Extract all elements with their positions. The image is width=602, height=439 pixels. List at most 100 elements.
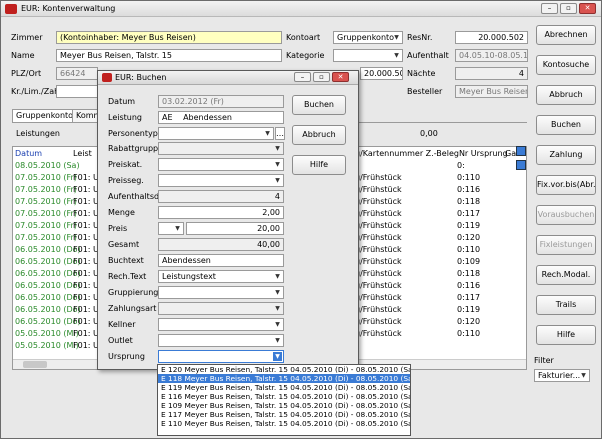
preiskat-label: Preiskat.: [108, 160, 143, 169]
kategorie-select[interactable]: ▼: [333, 49, 403, 62]
rech-modal-button[interactable]: Rech.Modal.: [536, 265, 596, 285]
besteller-field[interactable]: Meyer Bus Reisen: [455, 85, 528, 98]
ursprung-label: Ursprung: [108, 352, 145, 361]
preiskat-select[interactable]: ▼: [158, 158, 284, 171]
cell-belegnr: 0:110: [457, 173, 481, 182]
naechte-label: Nächte: [407, 69, 436, 78]
cell-leist: F01: U: [73, 269, 99, 278]
aufenthalt-field[interactable]: 04.05.10-08.05.10: [455, 49, 528, 62]
minimize-icon[interactable]: –: [541, 3, 558, 14]
leistung-field[interactable]: AE Abendessen: [158, 111, 284, 124]
kr-lim-field[interactable]: [56, 85, 98, 98]
filter-value: Fakturier...: [538, 371, 581, 380]
dialog-hilfe-button[interactable]: Hilfe: [292, 155, 346, 175]
cell-belegnr: 0:120: [457, 233, 481, 242]
chevron-down-icon: ▼: [275, 289, 280, 296]
cell-belegnr: 0:119: [457, 221, 481, 230]
zahlung-button[interactable]: Zahlung: [536, 145, 596, 165]
col-header-right[interactable]: g/Kartennummer Z.-BelegNr Ursprung: [355, 148, 508, 160]
gesamt-field[interactable]: 40,00: [158, 238, 284, 251]
dropdown-option[interactable]: E 117 Meyer Bus Reisen, Talstr. 15 04.05…: [158, 410, 410, 419]
fixleistungen-button[interactable]: Fixleistungen: [536, 235, 596, 255]
cell-datum: 07.05.2010 (Fr): [15, 185, 77, 194]
buchen-button[interactable]: Buchen: [536, 115, 596, 135]
trails-button[interactable]: Trails: [536, 295, 596, 315]
cell-datum: 06.05.2010 (Do): [15, 293, 81, 302]
dropdown-option[interactable]: E 119 Meyer Bus Reisen, Talstr. 15 04.05…: [158, 383, 410, 392]
chevron-down-icon: ▼: [275, 321, 280, 328]
gruppierung-select[interactable]: ▼: [158, 286, 284, 299]
main-titlebar[interactable]: EUR: Kontenverwaltung – ▫ ✕: [1, 1, 601, 17]
dialog-close-icon[interactable]: ✕: [332, 72, 349, 82]
col-header-leist[interactable]: Leist: [73, 148, 92, 160]
menge-field[interactable]: 2,00: [158, 206, 284, 219]
hilfe-button[interactable]: Hilfe: [536, 325, 596, 345]
cell-datum: 08.05.2010 (Sa): [15, 161, 80, 170]
ursprung-select[interactable]: ▼: [158, 350, 284, 363]
cell-beleg: g/Frühstück: [355, 245, 402, 254]
name-field[interactable]: Meyer Bus Reisen, Talstr. 15: [56, 49, 282, 62]
ursprung-dropdown-list[interactable]: E 120 Meyer Bus Reisen, Talstr. 15 04.05…: [157, 364, 411, 436]
scroll-down-icon[interactable]: [516, 160, 526, 170]
chevron-down-icon: ▼: [275, 305, 280, 312]
dialog-abbruch-button[interactable]: Abbruch: [292, 125, 346, 145]
buchtext-field[interactable]: Abendessen: [158, 254, 284, 267]
scroll-up-icon[interactable]: [516, 146, 526, 156]
naechte-field[interactable]: 4: [455, 67, 528, 80]
preisseg-select[interactable]: ▼: [158, 174, 284, 187]
zimmer-field[interactable]: (Kontoinhaber: Meyer Bus Reisen): [56, 31, 282, 44]
kellner-select[interactable]: ▼: [158, 318, 284, 331]
cell-leist: F01: U: [73, 257, 99, 266]
dialog-titlebar[interactable]: EUR: Buchen – ▫ ✕: [98, 71, 358, 85]
resnr-field[interactable]: 20.000.502: [455, 31, 528, 44]
zahlungsart-select[interactable]: ▼: [158, 302, 284, 315]
resnr-partial-field[interactable]: 20.000.502: [360, 67, 403, 80]
plz-label: PLZ/Ort: [11, 69, 42, 78]
buchtext-label: Buchtext: [108, 256, 144, 265]
chevron-down-icon[interactable]: ▼: [273, 352, 282, 361]
cell-leist: F01: U: [73, 305, 99, 314]
fix-vor-bis-button[interactable]: Fix.vor.bis(Abr.: [536, 175, 596, 195]
dialog-buchen-button[interactable]: Buchen: [292, 95, 346, 115]
chevron-down-icon: ▼: [275, 337, 280, 344]
maximize-icon[interactable]: ▫: [560, 3, 577, 14]
dropdown-option[interactable]: E 110 Meyer Bus Reisen, Talstr. 15 04.05…: [158, 419, 410, 428]
personentyp-select[interactable]: ▼: [158, 127, 274, 140]
preisseg-label: Preisseg.: [108, 176, 144, 185]
plz-field[interactable]: 66424: [56, 67, 98, 80]
dialog-minimize-icon[interactable]: –: [294, 72, 311, 82]
close-icon[interactable]: ✕: [579, 3, 596, 14]
col-header-ga[interactable]: Ga: [505, 148, 516, 160]
dropdown-option[interactable]: E 118 Meyer Bus Reisen, Talstr. 15 04.05…: [158, 374, 410, 383]
outlet-select[interactable]: ▼: [158, 334, 284, 347]
resnr-label: ResNr.: [407, 33, 433, 42]
dialog-maximize-icon[interactable]: ▫: [313, 72, 330, 82]
name-label: Name: [11, 51, 35, 60]
preis-currency-select[interactable]: ▼: [158, 222, 184, 235]
cell-leist: F01: U: [73, 293, 99, 302]
rabattgruppe-select[interactable]: ▼: [158, 142, 284, 155]
cell-beleg: g/Frühstück: [355, 281, 402, 290]
cell-datum: 07.05.2010 (Fr): [15, 173, 77, 182]
filter-select[interactable]: Fakturier... ▼: [534, 369, 590, 382]
rechtext-select[interactable]: Leistungstext ▼: [158, 270, 284, 283]
tab-gruppenkonto[interactable]: Gruppenkonto: [12, 109, 78, 122]
aufenthaltsda-field[interactable]: 4: [158, 190, 284, 203]
abbruch-button[interactable]: Abbruch: [536, 85, 596, 105]
kontoart-select[interactable]: Gruppenkonto ▼: [333, 31, 403, 44]
buchen-dialog: EUR: Buchen – ▫ ✕ Datum 03.02.2012 (Fr) …: [97, 70, 359, 370]
preis-field[interactable]: 20,00: [186, 222, 284, 235]
kontosuche-button[interactable]: Kontosuche: [536, 55, 596, 75]
dropdown-option[interactable]: E 120 Meyer Bus Reisen, Talstr. 15 04.05…: [158, 365, 410, 374]
personentyp-more-button[interactable]: …: [275, 127, 285, 140]
scrollbar-thumb[interactable]: [23, 361, 47, 368]
datum-field[interactable]: 03.02.2012 (Fr): [158, 95, 284, 108]
cell-belegnr: 0:120: [457, 317, 481, 326]
cell-datum: 07.05.2010 (Fr): [15, 233, 77, 242]
dropdown-option[interactable]: E 109 Meyer Bus Reisen, Talstr. 15 04.05…: [158, 401, 410, 410]
vorausbuchen-button[interactable]: Vorausbuchen: [536, 205, 596, 225]
kr-lim-label: Kr./Lim./Zah: [11, 87, 60, 96]
abrechnen-button[interactable]: Abrechnen: [536, 25, 596, 45]
dropdown-option[interactable]: E 116 Meyer Bus Reisen, Talstr. 15 04.05…: [158, 392, 410, 401]
col-header-datum[interactable]: Datum: [15, 148, 42, 160]
